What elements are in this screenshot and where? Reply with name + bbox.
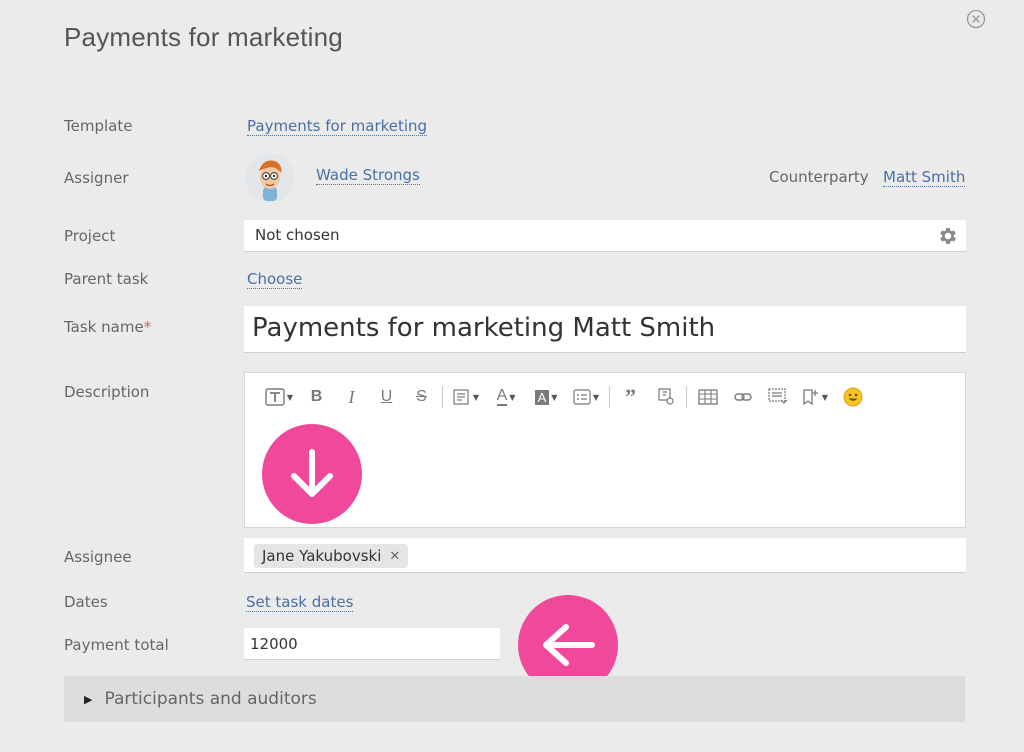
assignee-tag-label: Jane Yakubovski [262, 547, 382, 565]
close-icon[interactable] [966, 9, 986, 29]
insert-block-icon[interactable] [760, 382, 795, 412]
avatar[interactable] [245, 153, 295, 203]
payment-total-input[interactable]: 12000 [244, 628, 500, 660]
dates-label: Dates [64, 593, 108, 611]
triangle-right-icon: ▶ [84, 692, 93, 706]
gear-icon[interactable] [937, 225, 959, 251]
assignee-tag: Jane Yakubovski ✕ [254, 544, 409, 568]
bookmark-add-icon[interactable]: ▼ [795, 382, 835, 412]
quote-icon[interactable]: ” [613, 382, 648, 412]
highlight-color-icon[interactable]: A ▼ [526, 382, 566, 412]
remove-assignee-icon[interactable]: ✕ [389, 549, 400, 564]
underline-icon[interactable]: U [369, 382, 404, 412]
set-task-dates-link[interactable]: Set task dates [246, 593, 354, 612]
font-color-icon[interactable]: A ▼ [486, 382, 526, 412]
strikethrough-icon[interactable]: S [404, 382, 439, 412]
toolbar-divider [686, 386, 687, 408]
link-icon[interactable] [725, 382, 760, 412]
assignee-field[interactable]: Jane Yakubovski ✕ [244, 538, 966, 573]
assigner-label: Assigner [64, 169, 129, 187]
italic-icon[interactable]: I [334, 382, 369, 412]
counterparty-link[interactable]: Matt Smith [883, 168, 966, 187]
task-name-label: Task name* [64, 318, 152, 336]
description-label: Description [64, 383, 150, 401]
editor-toolbar: ▼ B I U S ▼ A ▼ A ▼ ▼ ” ▼ [244, 372, 966, 422]
arrow-down-icon [262, 424, 362, 524]
task-name-value: Payments for marketing Matt Smith [252, 313, 716, 343]
bold-icon[interactable]: B [299, 382, 334, 412]
counterparty-label: Counterparty [769, 168, 869, 186]
project-value: Not chosen [255, 226, 340, 244]
emoji-icon[interactable] [835, 382, 870, 412]
text-style-icon[interactable]: ▼ [259, 382, 299, 412]
required-mark: * [143, 318, 152, 336]
page-title: Payments for marketing [64, 22, 343, 52]
participants-section-toggle[interactable]: ▶ Participants and auditors [64, 676, 965, 722]
participants-label: Participants and auditors [104, 689, 317, 709]
task-name-input[interactable]: Payments for marketing Matt Smith [244, 306, 966, 353]
assignee-label: Assignee [64, 548, 132, 566]
template-link[interactable]: Payments for marketing [247, 117, 428, 136]
parent-task-choose-link[interactable]: Choose [247, 270, 303, 289]
toolbar-divider [442, 386, 443, 408]
payment-total-label: Payment total [64, 636, 169, 654]
project-select[interactable]: Not chosen [244, 220, 966, 252]
parent-task-label: Parent task [64, 270, 149, 288]
table-icon[interactable] [690, 382, 725, 412]
assigner-link[interactable]: Wade Strongs [316, 166, 420, 185]
list-icon[interactable]: ▼ [566, 382, 606, 412]
toolbar-divider [609, 386, 610, 408]
project-label: Project [64, 227, 116, 245]
paragraph-align-icon[interactable]: ▼ [446, 382, 486, 412]
code-icon[interactable] [648, 382, 683, 412]
payment-total-value: 12000 [250, 635, 298, 653]
template-label: Template [64, 117, 133, 135]
